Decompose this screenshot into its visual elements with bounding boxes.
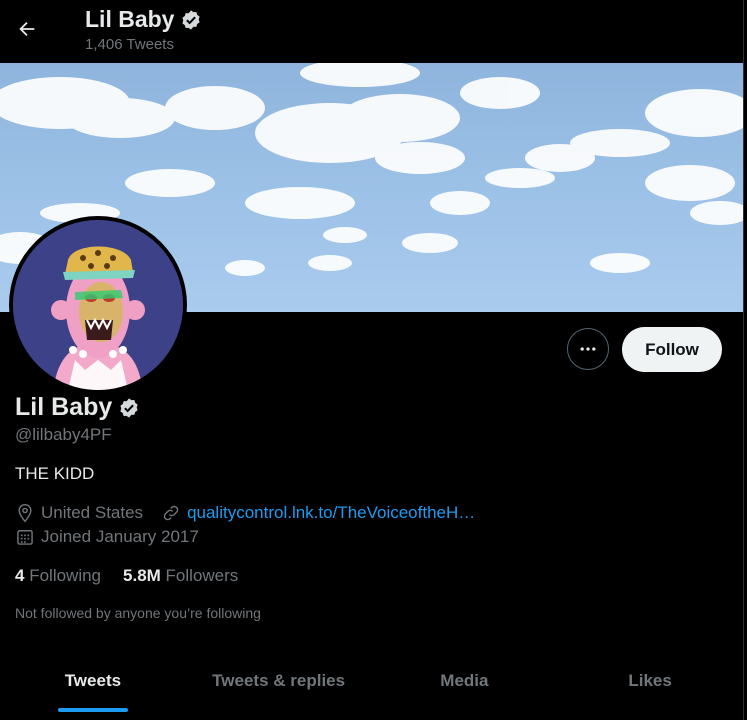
location-icon: [18, 503, 32, 523]
active-tab-indicator: [57, 708, 128, 712]
tab-label: Likes: [628, 671, 672, 690]
more-options-button[interactable]: [567, 328, 609, 370]
profile-header: Lil Baby 1,406 Tweets: [0, 0, 743, 62]
profile-website-link[interactable]: qualitycontrol.lnk.to/TheVoiceoftheH…: [187, 503, 475, 523]
following-count: 4: [15, 566, 25, 585]
tab-media[interactable]: Media: [372, 648, 558, 714]
profile-bio: THE KIDD: [15, 464, 95, 483]
profile-meta-row: United States qualitycontrol.lnk.to/TheV…: [15, 503, 475, 523]
avatar-image: [13, 220, 183, 390]
following-link[interactable]: 4 Following: [15, 566, 101, 586]
profile-joined: Joined January 2017: [41, 527, 199, 546]
followers-count: 5.8M: [123, 566, 161, 585]
profile-handle: @lilbaby4PF: [15, 425, 112, 444]
profile-joined-row: Joined January 2017: [15, 527, 199, 547]
tweet-count: 1,406 Tweets: [85, 36, 174, 53]
followers-link[interactable]: 5.8M Followers: [123, 566, 238, 586]
back-arrow-icon: [19, 21, 35, 37]
profile-name: Lil Baby: [15, 393, 140, 422]
profile-tabs: Tweets Tweets & replies Media Likes: [0, 648, 743, 720]
tab-likes[interactable]: Likes: [557, 648, 743, 714]
header-name: Lil Baby: [85, 6, 175, 32]
profile-name-text: Lil Baby: [15, 393, 113, 421]
header-title: Lil Baby: [85, 6, 202, 33]
verified-badge-icon: [180, 9, 202, 31]
avatar[interactable]: [9, 216, 187, 394]
link-icon: [163, 505, 179, 521]
tab-tweets-and-replies[interactable]: Tweets & replies: [186, 648, 372, 714]
follow-counts: 4 Following 5.8M Followers: [15, 566, 238, 586]
column-divider: [743, 0, 744, 720]
back-button[interactable]: [10, 12, 44, 46]
follow-button[interactable]: Follow: [622, 327, 722, 372]
profile-location: United States: [41, 503, 144, 522]
following-label: Following: [29, 566, 102, 585]
followers-label: Followers: [165, 566, 239, 585]
tab-label: Media: [440, 671, 489, 690]
more-icon: [580, 347, 596, 351]
tab-label: Tweets: [64, 671, 122, 690]
tab-tweets[interactable]: Tweets: [0, 648, 186, 714]
not-followed-note: Not followed by anyone you’re following: [15, 605, 261, 621]
verified-badge-icon: [118, 397, 140, 419]
tab-label: Tweets & replies: [212, 671, 346, 690]
calendar-icon: [17, 530, 33, 545]
